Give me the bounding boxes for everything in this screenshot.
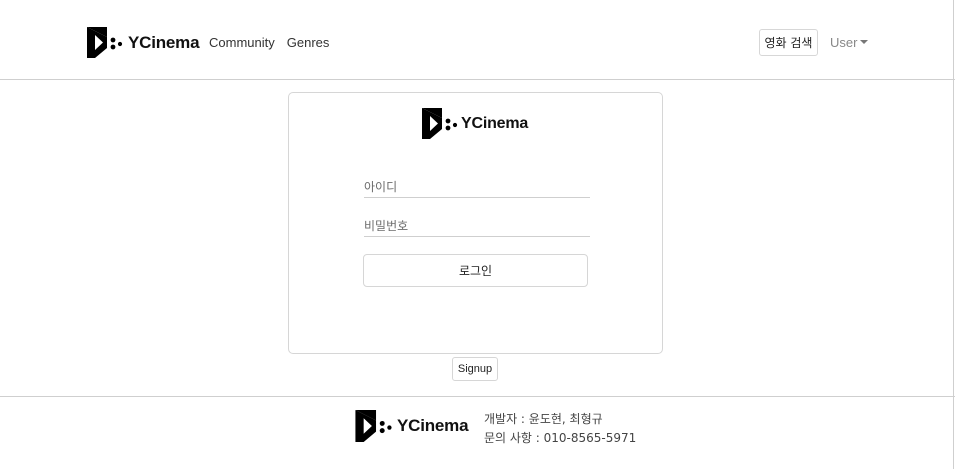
navbar: YCinema Community Genres 영화 검색 User bbox=[0, 0, 955, 80]
nav-genres-link[interactable]: Genres bbox=[287, 35, 330, 50]
login-card: YCinema 로그인 bbox=[288, 92, 663, 354]
footer-brand-name: YCinema bbox=[397, 416, 469, 435]
login-brand-name: YCinema bbox=[461, 114, 529, 132]
ycinema-logo-icon bbox=[422, 108, 458, 139]
footer: YCinema 개발자 : 윤도현, 최형규 문의 사항 : 010-8565-… bbox=[0, 396, 955, 469]
login-button[interactable]: 로그인 bbox=[363, 254, 588, 287]
login-card-logo: YCinema bbox=[421, 107, 528, 140]
signup-button[interactable]: Signup bbox=[452, 357, 498, 381]
footer-logo: YCinema bbox=[354, 409, 469, 443]
movie-search-button[interactable]: 영화 검색 bbox=[759, 29, 818, 56]
nav-community-link[interactable]: Community bbox=[209, 35, 275, 50]
user-dropdown-label: User bbox=[830, 35, 858, 50]
password-input[interactable] bbox=[364, 215, 590, 237]
ycinema-logo-icon bbox=[355, 410, 392, 442]
footer-contact: 문의 사항 : 010-8565-5971 bbox=[484, 431, 637, 445]
caret-down-icon bbox=[860, 39, 869, 44]
ycinema-logo-icon bbox=[87, 27, 123, 58]
footer-developers: 개발자 : 윤도현, 최형규 bbox=[484, 412, 603, 426]
user-dropdown[interactable]: User bbox=[830, 35, 869, 50]
brand-name: YCinema bbox=[128, 32, 200, 52]
brand-logo-link[interactable]: YCinema bbox=[86, 26, 200, 59]
username-input[interactable] bbox=[364, 176, 590, 198]
footer-info: 개발자 : 윤도현, 최형규 문의 사항 : 010-8565-5971 bbox=[484, 410, 636, 448]
main-nav: Community Genres bbox=[209, 35, 329, 50]
